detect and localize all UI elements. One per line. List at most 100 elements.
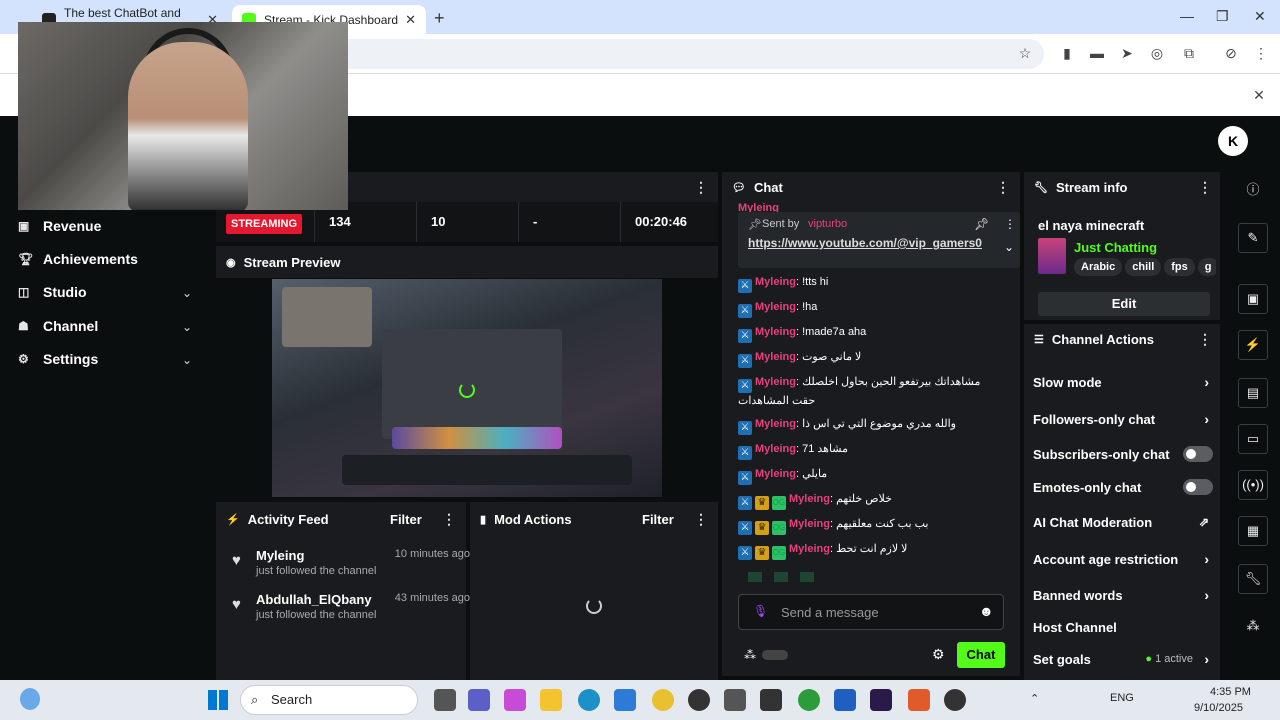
ai-chat-moderation-action[interactable]: AI Chat Moderation ⇗ [1033,511,1213,533]
chat-message[interactable]: ⚔ Myleing: والله مدري موضوع التي تي اس ذا [738,416,1000,435]
kick-points-icon[interactable]: ⁂ [1238,612,1268,642]
close-tab-icon[interactable]: ✕ [405,12,416,28]
more-options-icon[interactable]: ⋮ [996,179,1010,196]
sidebar-item-studio[interactable]: ◫ Studio [18,280,87,304]
account-age-action[interactable]: Account age restriction › [1033,548,1213,570]
sidebar-item-channel[interactable]: ☗ Channel [18,314,98,338]
chat-message[interactable]: ⚔ ♛ OG Myleing: بب بب كنت معلقيهم [738,516,1000,535]
store-icon[interactable] [614,689,636,711]
more-options-icon[interactable]: ⋮ [694,179,708,196]
chat-username[interactable]: Myleing [755,468,796,480]
wrench-icon[interactable]: 🔧︎ [1238,564,1268,594]
chat-message[interactable]: ⚔ Myleing: مايلي [738,466,1000,485]
omnibox[interactable] [330,39,1044,69]
brave-icon[interactable] [908,689,930,711]
weather-widget-icon[interactable] [20,688,40,710]
chat-message[interactable]: ⚔ Myleing: !ha [738,299,1000,318]
more-options-icon[interactable]: ⋮ [1198,179,1212,196]
more-options-icon[interactable]: ⋮ [1004,217,1016,231]
notes-icon[interactable]: ▤ [1238,378,1268,408]
extension-icon[interactable]: ➤ [1118,44,1136,62]
app-icon[interactable] [760,689,782,711]
chat-message[interactable]: ⚔ Myleing: 71 مشاهد [738,441,1000,460]
settings-gear-icon[interactable]: ⚙ [932,646,945,663]
chat-message[interactable]: ⚔ Myleing: مشاهداتك بيرتفعو الحين بحاول ا… [738,374,1000,409]
chat-username[interactable]: Myleing [789,543,830,555]
emoji-icon[interactable]: ☻ [979,603,994,619]
info-icon[interactable]: ⓘ [1238,176,1268,206]
maximize-icon[interactable]: ❐ [1216,8,1229,25]
chat-input[interactable]: 🎙︎ Send a message ☻ [738,594,1004,630]
browser-menu-icon[interactable]: ⋮ [1252,44,1270,62]
obs-icon[interactable] [944,689,966,711]
kick-points-icon[interactable]: ⁂ [744,648,756,662]
windows-start-icon[interactable] [208,690,228,710]
chat-username[interactable]: Myleing [755,326,796,338]
chat-username[interactable]: Myleing [789,518,830,530]
slow-mode-action[interactable]: Slow mode › [1033,371,1213,393]
chevron-down-icon[interactable]: ⌄ [182,286,192,300]
pencil-icon[interactable]: ✎ [1238,223,1268,253]
taskbar-search[interactable]: ⌕ Search [240,685,418,715]
tray-chevron-icon[interactable]: ⌃ [1030,692,1039,705]
extension-icon[interactable]: ▬ [1088,44,1106,62]
banned-words-action[interactable]: Banned words › [1033,584,1213,606]
app-icon[interactable] [688,689,710,711]
bookmark-star-icon[interactable]: ☆ [1016,44,1034,62]
category-name[interactable]: Just Chatting [1074,240,1157,255]
extension-icon[interactable]: ◎ [1148,44,1166,62]
new-tab-button[interactable]: + [434,8,445,29]
sidebar-item-settings[interactable]: ⚙ Settings [18,347,98,371]
more-options-icon[interactable]: ⋮ [1198,331,1212,348]
more-options-icon[interactable]: ⋮ [442,511,456,528]
subscribers-only-toggle[interactable] [1183,446,1213,462]
chat-username[interactable]: Myleing [755,351,796,363]
chat-username[interactable]: Myleing [755,443,796,455]
chat-username[interactable]: Myleing [755,418,796,430]
chevron-down-icon[interactable]: ⌄ [1004,240,1014,254]
broadcast-icon[interactable]: ((•)) [1238,470,1268,500]
follower-name[interactable]: Abdullah_ElQbany [256,592,372,607]
task-view-icon[interactable] [434,689,456,711]
edit-stream-info-button[interactable]: Edit [1038,292,1210,316]
clock-time[interactable]: 4:35 PM [1210,686,1251,698]
set-goals-action[interactable]: Set goals ● 1 active › [1033,648,1213,670]
stream-preview-video[interactable] [272,279,662,497]
filter-button[interactable]: Filter [390,512,422,527]
clock-date[interactable]: 9/10/2025 [1194,702,1243,714]
user-avatar[interactable]: K [1218,126,1248,156]
profile-icon[interactable]: ⊘ [1222,44,1240,62]
send-chat-button[interactable]: Chat [957,642,1005,668]
sidebar-item-achievements[interactable]: 🏆︎ Achievements [18,247,138,271]
chat-bubble-icon[interactable]: ▭ [1238,424,1268,454]
app-icon[interactable] [834,689,856,711]
language-indicator[interactable]: ENG [1110,692,1134,704]
chat-username[interactable]: Myleing [755,376,796,388]
screen-record-icon[interactable]: ▣ [1238,284,1268,314]
chat-message[interactable]: ⚔ ♛ OG Myleing: خلاص خلتهم [738,491,1000,510]
after-effects-icon[interactable] [870,689,892,711]
chevron-down-icon[interactable]: ⌄ [182,353,192,367]
file-explorer-icon[interactable] [540,689,562,711]
pin-icon[interactable]: 📌︎ [974,217,989,231]
chat-username[interactable]: Myleing [755,276,796,288]
minimize-icon[interactable]: — [1180,8,1194,24]
emotes-only-toggle[interactable] [1183,479,1213,495]
close-infobar-icon[interactable]: ✕ [1250,86,1268,104]
pinned-link[interactable]: https://www.youtube.com/@vip_gamers0 [748,236,982,250]
xbox-icon[interactable] [798,689,820,711]
chevron-down-icon[interactable]: ⌄ [182,320,192,334]
layout-icon[interactable]: ▦ [1238,516,1268,546]
extension-icon[interactable]: ▮ [1058,44,1076,62]
extensions-puzzle-icon[interactable]: ⧉ [1180,44,1198,62]
chat-message[interactable]: ⚔ ♛ OG Myleing: لا لازم انت تحط [738,541,1000,560]
follower-name[interactable]: Myleing [256,548,304,563]
more-options-icon[interactable]: ⋮ [694,511,708,528]
edge-icon[interactable] [578,689,600,711]
followers-only-action[interactable]: Followers-only chat › [1033,408,1213,430]
host-channel-action[interactable]: Host Channel [1033,616,1213,638]
chat-message[interactable]: ⚔ Myleing: لا ماني صوت [738,349,1000,368]
chat-message[interactable]: ⚔ Myleing: !tts hi [738,274,1000,293]
app-icon[interactable] [724,689,746,711]
chat-message[interactable]: ⚔ Myleing: !made7a aha [738,324,1000,343]
